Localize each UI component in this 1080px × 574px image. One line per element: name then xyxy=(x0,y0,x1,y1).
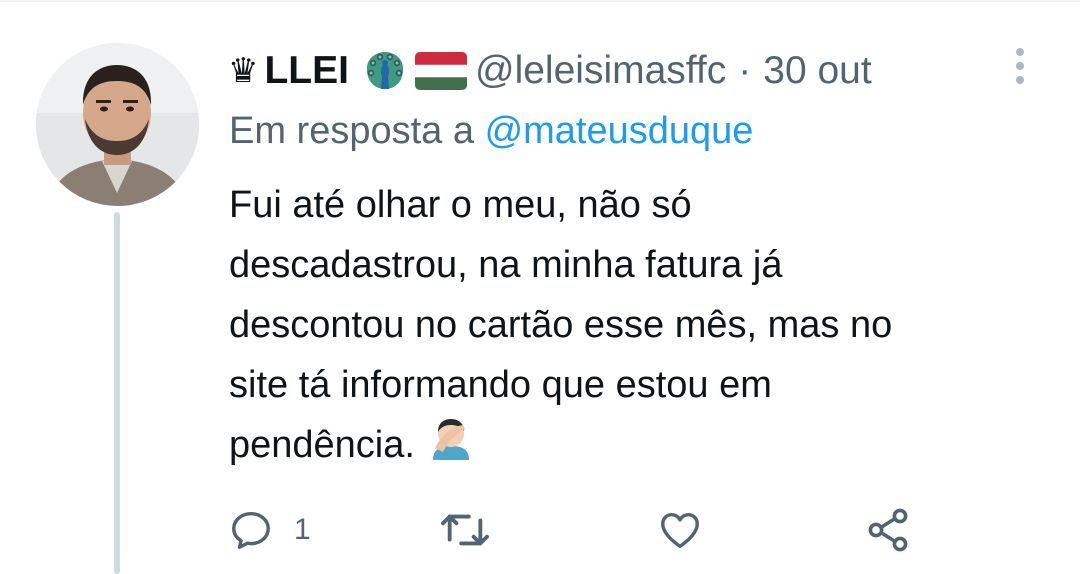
display-name[interactable]: LLEI xyxy=(264,49,349,93)
heart-icon xyxy=(661,512,699,549)
reply-to-line: Em resposta a @mateusduque xyxy=(229,110,753,153)
reply-count: 1 xyxy=(294,513,311,546)
tweet-text: Fui até olhar o meu, não só descadastrou… xyxy=(229,175,1029,478)
peacock-emoji-icon xyxy=(363,49,407,93)
more-dot xyxy=(1016,62,1024,70)
facepalm-emoji-icon xyxy=(429,416,473,478)
tweet-header: ♛ LLEI @leleisimasffc · 30 out xyxy=(228,44,872,98)
tweet-actions: 1 xyxy=(228,500,1028,560)
avatar[interactable] xyxy=(36,43,199,206)
retweet-icon xyxy=(441,514,489,546)
tweet[interactable]: ♛ LLEI @leleisimasffc · 30 out Em respos… xyxy=(0,0,1080,574)
share-button[interactable] xyxy=(864,500,912,560)
avatar-image xyxy=(36,43,199,206)
tweet-body: Fui até olhar o meu, não só descadastrou… xyxy=(229,184,893,466)
like-button[interactable] xyxy=(656,500,704,560)
tweet-date[interactable]: 30 out xyxy=(763,49,871,93)
more-options-icon[interactable] xyxy=(1006,44,1034,88)
reply-to-prefix: Em resposta a xyxy=(229,110,474,152)
retweet-button[interactable] xyxy=(440,500,490,560)
reply-button[interactable]: 1 xyxy=(228,500,311,560)
more-dot xyxy=(1016,48,1024,56)
thread-line xyxy=(114,212,120,574)
crown-icon: ♛ xyxy=(228,51,259,91)
reply-icon xyxy=(232,511,270,549)
hungary-flag-icon xyxy=(414,52,467,90)
share-icon xyxy=(868,508,908,552)
header-separator: · xyxy=(738,49,752,92)
reply-mention-link[interactable]: @mateusduque xyxy=(485,110,754,152)
more-dot xyxy=(1016,76,1024,84)
user-handle[interactable]: @leleisimasffc xyxy=(475,49,726,93)
